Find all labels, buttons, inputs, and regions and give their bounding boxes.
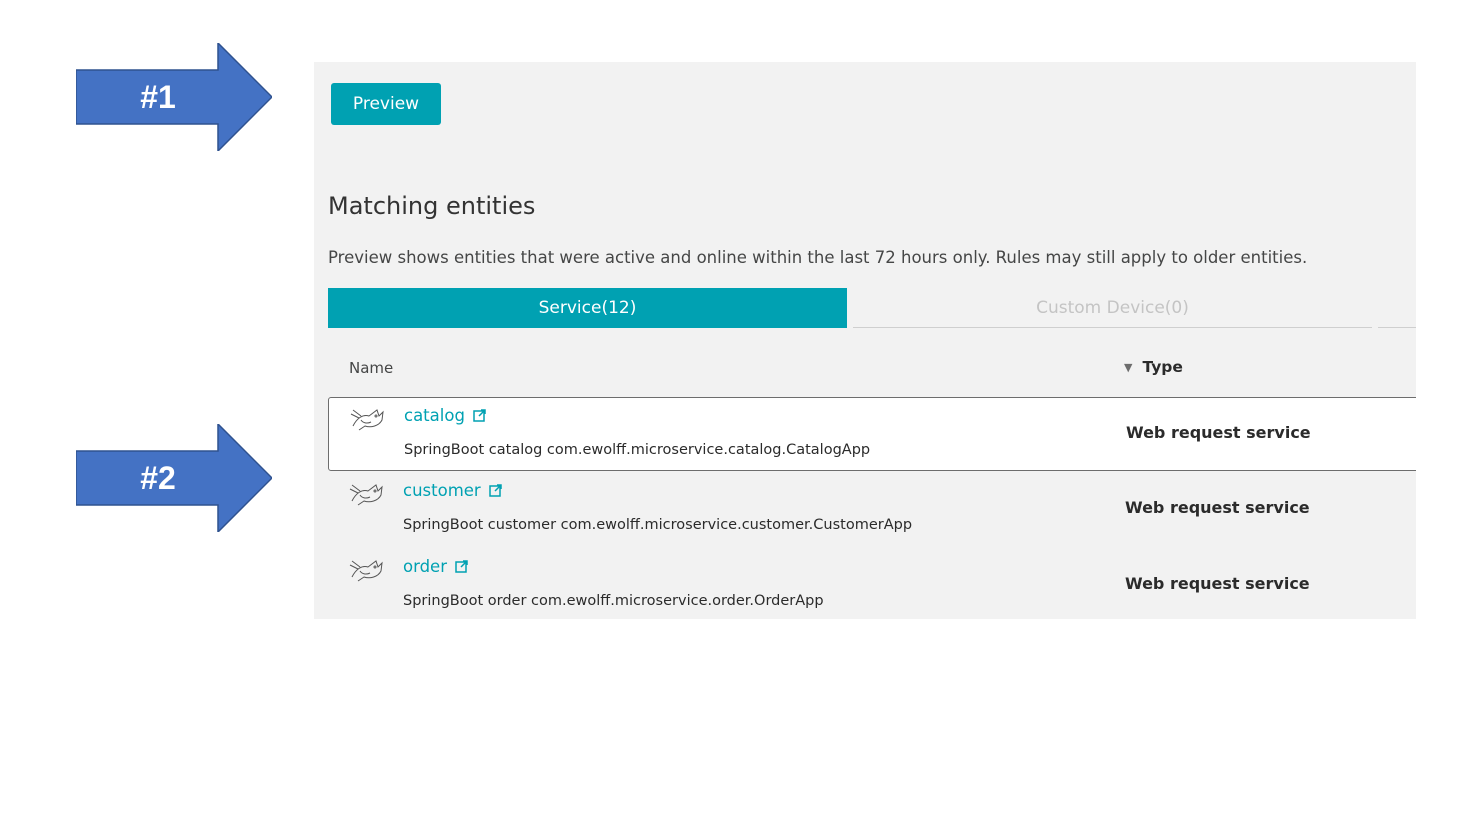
arrow-label: #2 xyxy=(140,459,176,496)
tomcat-icon xyxy=(349,484,383,506)
external-link-icon xyxy=(488,484,502,497)
entity-link[interactable]: order xyxy=(403,557,468,576)
table-row[interactable]: catalog SpringBoot catalog com.ewolff.mi… xyxy=(328,397,1416,471)
annotation-arrow-2: #2 xyxy=(76,424,272,532)
entity-name: catalog xyxy=(404,406,465,425)
arrow-label: #1 xyxy=(140,78,176,115)
entity-type: Web request service xyxy=(1125,574,1310,593)
tab-custom-device[interactable]: Custom Device(0) xyxy=(853,288,1372,328)
tab-service[interactable]: Service(12) xyxy=(328,288,847,328)
entity-type: Web request service xyxy=(1126,423,1311,442)
entity-link[interactable]: catalog xyxy=(404,406,486,425)
sort-descending-icon: ▼ xyxy=(1124,360,1133,374)
preview-button[interactable]: Preview xyxy=(331,83,441,125)
column-header-type[interactable]: ▼ Type xyxy=(1124,358,1183,376)
matching-entities-panel: Preview Matching entities Preview shows … xyxy=(314,62,1416,619)
entity-tabs: Service(12) Custom Device(0) xyxy=(328,288,1416,328)
table-row[interactable]: customer SpringBoot customer com.ewolff.… xyxy=(328,473,1416,547)
section-title: Matching entities xyxy=(328,192,536,220)
column-header-type-label: Type xyxy=(1142,358,1183,376)
entity-link[interactable]: customer xyxy=(403,481,502,500)
entity-name: customer xyxy=(403,481,481,500)
entity-type: Web request service xyxy=(1125,498,1310,517)
external-link-icon xyxy=(473,409,486,422)
section-description: Preview shows entities that were active … xyxy=(328,248,1308,267)
column-header-name[interactable]: Name xyxy=(349,359,393,377)
tab-overflow xyxy=(1378,288,1416,328)
entity-description: SpringBoot catalog com.ewolff.microservi… xyxy=(404,442,871,458)
entity-description: SpringBoot customer com.ewolff.microserv… xyxy=(403,517,913,533)
annotation-arrow-1: #1 xyxy=(76,43,272,151)
tomcat-icon xyxy=(350,409,384,431)
table-row[interactable]: order SpringBoot order com.ewolff.micros… xyxy=(328,549,1416,619)
tomcat-icon xyxy=(349,560,383,582)
entity-name: order xyxy=(403,557,447,576)
external-link-icon xyxy=(455,560,468,573)
entity-description: SpringBoot order com.ewolff.microservice… xyxy=(403,593,824,609)
